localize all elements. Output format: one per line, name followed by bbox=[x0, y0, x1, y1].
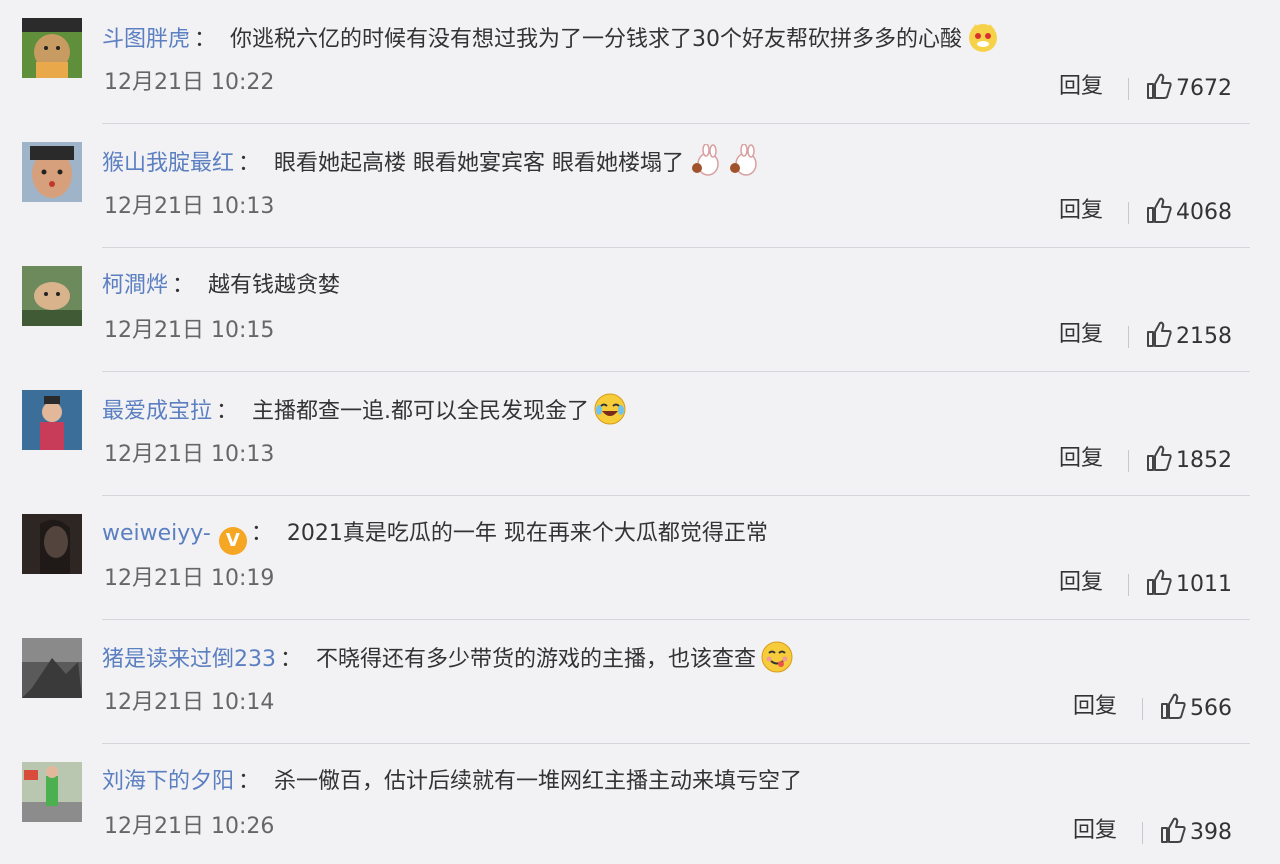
comment-item: 猴山我腚最红： 眼看她起高楼 眼看她宴宾客 眼看她楼塌了 12月21日 10:13… bbox=[0, 124, 1280, 248]
comment-text: 杀一儆百，估计后续就有一堆网红主播主动来填亏空了 bbox=[274, 769, 803, 794]
thumbs-up-icon bbox=[1146, 568, 1172, 596]
comment-time: 12月21日 10:13 bbox=[104, 194, 275, 219]
thumbs-up-icon bbox=[1146, 196, 1172, 224]
colon: ： bbox=[216, 399, 239, 424]
like-count: 398 bbox=[1190, 820, 1232, 845]
reply-button[interactable]: 回复 bbox=[1059, 568, 1103, 598]
like-button[interactable]: 1852 bbox=[1146, 444, 1232, 476]
avatar-image bbox=[22, 266, 82, 326]
comment-item: 最爱成宝拉： 主播都查一追.都可以全民发现金了 12月21日 10:13 回复 1… bbox=[0, 372, 1280, 496]
action-separator bbox=[1128, 326, 1129, 348]
avatar[interactable] bbox=[22, 142, 82, 202]
avatar-image bbox=[22, 762, 82, 822]
colon: ： bbox=[172, 273, 195, 298]
username-link[interactable]: 柯澗烨 bbox=[102, 273, 168, 298]
username-link[interactable]: 最爱成宝拉 bbox=[102, 399, 212, 424]
like-button[interactable]: 1011 bbox=[1146, 568, 1232, 600]
reply-button[interactable]: 回复 bbox=[1059, 72, 1103, 102]
username-link[interactable]: 刘海下的夕阳 bbox=[102, 769, 234, 794]
colon: ： bbox=[280, 647, 303, 672]
avatar[interactable] bbox=[22, 266, 82, 326]
avatar[interactable] bbox=[22, 638, 82, 698]
comment-item: 斗图胖虎：你逃税六亿的时候有没有想过我为了一分钱求了30个好友帮砍拼多多的心酸 … bbox=[0, 0, 1280, 124]
avatar[interactable] bbox=[22, 762, 82, 822]
action-separator bbox=[1142, 822, 1143, 844]
comment-time: 12月21日 10:26 bbox=[104, 814, 275, 839]
reply-button[interactable]: 回复 bbox=[1073, 692, 1117, 722]
thumbs-up-icon bbox=[1146, 444, 1172, 472]
colon: ： bbox=[250, 521, 273, 546]
bunny-emoji-icon bbox=[726, 144, 760, 178]
like-button[interactable]: 4068 bbox=[1146, 196, 1232, 228]
username-link[interactable]: 斗图胖虎 bbox=[102, 27, 190, 52]
comment-list: 斗图胖虎：你逃税六亿的时候有没有想过我为了一分钱求了30个好友帮砍拼多多的心酸 … bbox=[0, 0, 1280, 864]
comment-item: 猪是读来过倒233： 不晓得还有多少带货的游戏的主播，也该查查 12月21日 10… bbox=[0, 620, 1280, 744]
yummy-emoji-icon bbox=[760, 640, 794, 674]
like-count: 7672 bbox=[1176, 76, 1232, 101]
username-link[interactable]: weiweiyy- bbox=[102, 521, 211, 546]
comment-text: 2021真是吃瓜的一年 现在再来个大瓜都觉得正常 bbox=[286, 521, 768, 546]
reply-button[interactable]: 回复 bbox=[1059, 320, 1103, 350]
comment-time: 12月21日 10:13 bbox=[104, 442, 275, 467]
comment-text: 不晓得还有多少带货的游戏的主播，也该查查 bbox=[316, 647, 757, 672]
avatar[interactable] bbox=[22, 514, 82, 574]
avatar-image bbox=[22, 142, 82, 202]
dog-emoji-icon bbox=[966, 20, 1000, 54]
comment-item: weiweiyy- V： 2021真是吃瓜的一年 现在再来个大瓜都觉得正常 12月2… bbox=[0, 496, 1280, 620]
like-count: 4068 bbox=[1176, 200, 1232, 225]
action-separator bbox=[1142, 698, 1143, 720]
thumbs-up-icon bbox=[1160, 816, 1186, 844]
username-link[interactable]: 猴山我腚最红 bbox=[102, 151, 234, 176]
action-separator bbox=[1128, 78, 1129, 100]
comment-text: 你逃税六亿的时候有没有想过我为了一分钱求了30个好友帮砍拼多多的心酸 bbox=[230, 27, 963, 52]
comment-time: 12月21日 10:19 bbox=[104, 566, 275, 591]
like-button[interactable]: 398 bbox=[1160, 816, 1232, 848]
colon: ： bbox=[194, 27, 217, 52]
like-count: 566 bbox=[1190, 696, 1232, 721]
action-separator bbox=[1128, 450, 1129, 472]
comment-time: 12月21日 10:22 bbox=[104, 70, 275, 95]
avatar[interactable] bbox=[22, 390, 82, 450]
thumbs-up-icon bbox=[1146, 320, 1172, 348]
comment-item: 刘海下的夕阳： 杀一儆百，估计后续就有一堆网红主播主动来填亏空了 12月21日 1… bbox=[0, 744, 1280, 864]
comment-text: 眼看她起高楼 眼看她宴宾客 眼看她楼塌了 bbox=[274, 151, 685, 176]
comment-text: 主播都查一追.都可以全民发现金了 bbox=[252, 399, 590, 424]
like-button[interactable]: 7672 bbox=[1146, 72, 1232, 104]
avatar-image bbox=[22, 18, 82, 78]
avatar-image bbox=[22, 514, 82, 574]
reply-button[interactable]: 回复 bbox=[1059, 196, 1103, 226]
avatar-image bbox=[22, 638, 82, 698]
comment-time: 12月21日 10:14 bbox=[104, 690, 275, 715]
thumbs-up-icon bbox=[1146, 72, 1172, 100]
action-separator bbox=[1128, 202, 1129, 224]
comment-item: 柯澗烨： 越有钱越贪婪 12月21日 10:15 回复 2158 bbox=[0, 248, 1280, 372]
like-button[interactable]: 566 bbox=[1160, 692, 1232, 724]
action-separator bbox=[1128, 574, 1129, 596]
username-link[interactable]: 猪是读来过倒233 bbox=[102, 647, 276, 672]
avatar[interactable] bbox=[22, 18, 82, 78]
like-button[interactable]: 2158 bbox=[1146, 320, 1232, 352]
like-count: 1852 bbox=[1176, 448, 1232, 473]
thumbs-up-icon bbox=[1160, 692, 1186, 720]
laugh-cry-emoji-icon bbox=[593, 392, 627, 426]
colon: ： bbox=[238, 769, 261, 794]
avatar-image bbox=[22, 390, 82, 450]
like-count: 2158 bbox=[1176, 324, 1232, 349]
bunny-emoji-icon bbox=[688, 144, 722, 178]
reply-button[interactable]: 回复 bbox=[1073, 816, 1117, 846]
comment-text: 越有钱越贪婪 bbox=[208, 273, 341, 298]
like-count: 1011 bbox=[1176, 572, 1232, 597]
verified-badge-icon: V bbox=[218, 527, 247, 555]
reply-button[interactable]: 回复 bbox=[1059, 444, 1103, 474]
colon: ： bbox=[238, 151, 261, 176]
comment-time: 12月21日 10:15 bbox=[104, 318, 275, 343]
